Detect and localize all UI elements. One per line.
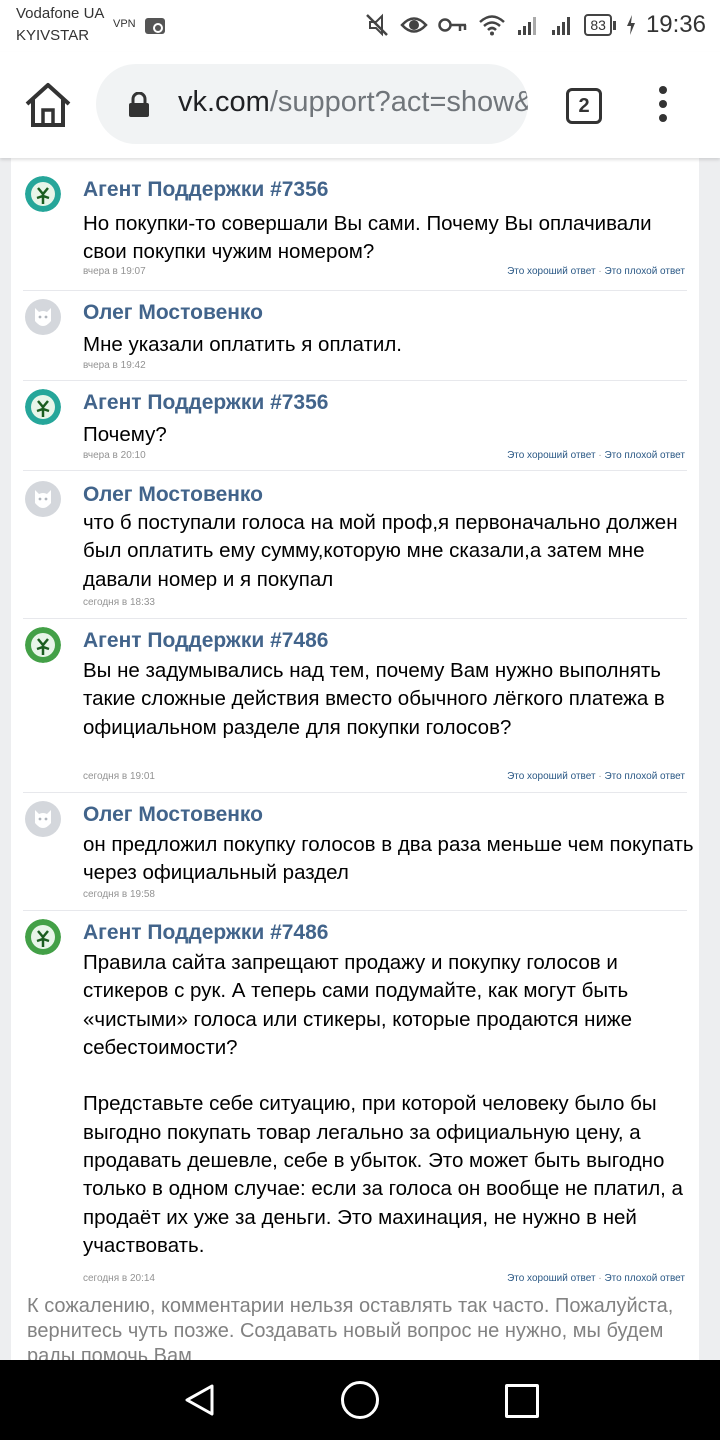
signal-1-icon [518, 17, 537, 35]
good-answer-link[interactable]: Это хороший ответ [507, 266, 595, 277]
rate-answer-links: Это хороший ответ · Это плохой ответ [507, 771, 685, 782]
author-name-link[interactable]: Агент Поддержки #7486 [83, 629, 328, 653]
message-text: Вы не задумывались над тем, почему Вам н… [83, 659, 665, 739]
author-name-link[interactable]: Агент Поддержки #7486 [83, 921, 328, 945]
vpn-label: VPN [113, 18, 136, 30]
rate-limit-notice: К сожалению, комментарии нельзя оставлят… [27, 1295, 674, 1360]
message-text: Мне указали оплатить я оплатил. [83, 333, 402, 356]
avatar-agent-icon[interactable] [25, 176, 61, 212]
key-icon [438, 18, 467, 32]
carrier-name-2: KYIVSTAR [16, 27, 90, 44]
author-name-link[interactable]: Олег Мостовенко [83, 803, 263, 827]
good-answer-link[interactable]: Это хороший ответ [507, 1273, 595, 1284]
good-answer-link[interactable]: Это хороший ответ [507, 771, 595, 782]
message-item: Агент Поддержки #7486 Вы не задумывались … [23, 618, 687, 793]
message-text: Почему? [83, 423, 167, 446]
carrier-name-1: Vodafone UA [16, 5, 105, 22]
notification-muted-icon [366, 13, 389, 37]
signal-2-icon [552, 17, 571, 35]
url-host: vk.com [178, 86, 270, 118]
vpn-key-icon [145, 18, 165, 34]
author-name-link[interactable]: Олег Мостовенко [83, 301, 263, 325]
back-icon[interactable] [182, 1382, 218, 1418]
charging-icon [626, 15, 635, 35]
message-item: Агент Поддержки #7356 Почему? вчера в 20:1… [23, 380, 687, 471]
message-text: что б поступали голоса на мой проф,я пер… [83, 511, 678, 591]
address-bar[interactable]: vk.com/support?act=show& [96, 64, 528, 144]
message-text: Правила сайта запрещают продажу и покупк… [83, 951, 683, 1257]
message-text: Но покупки-то совершали Вы сами. Почему … [83, 212, 652, 264]
message-timestamp: вчера в 19:07 [83, 266, 146, 277]
avatar-default-icon[interactable] [25, 299, 61, 335]
home-icon[interactable] [22, 82, 74, 128]
avatar-agent-icon[interactable] [25, 627, 61, 663]
message-timestamp: сегодня в 20:14 [83, 1273, 155, 1284]
rate-answer-links: Это хороший ответ · Это плохой ответ [507, 266, 685, 277]
author-name-link[interactable]: Олег Мостовенко [83, 483, 263, 507]
bad-answer-link[interactable]: Это плохой ответ [604, 266, 685, 277]
status-icons: 83 19:36 [364, 8, 706, 42]
tabs-button[interactable]: 2 [566, 88, 602, 124]
system-nav-bar [0, 1360, 720, 1440]
good-answer-link[interactable]: Это хороший ответ [507, 450, 595, 461]
lock-icon [129, 92, 149, 117]
bad-answer-link[interactable]: Это плохой ответ [604, 1273, 685, 1284]
recents-icon[interactable] [505, 1384, 539, 1418]
message-timestamp: сегодня в 19:01 [83, 771, 155, 782]
message-timestamp: сегодня в 18:33 [83, 597, 155, 608]
avatar-default-icon[interactable] [25, 481, 61, 517]
author-name-link[interactable]: Агент Поддержки #7356 [83, 178, 328, 202]
message-timestamp: вчера в 19:42 [83, 360, 146, 371]
message-item: Олег Мостовенко он предложил покупку голо… [23, 792, 694, 911]
rate-answer-links: Это хороший ответ · Это плохой ответ [507, 450, 685, 461]
message-item: Олег Мостовенко что б поступали голоса на… [23, 470, 687, 619]
messages-card: Агент Поддержки #7356 Но покупки-то совер… [11, 158, 699, 1360]
more-vert-icon[interactable] [650, 86, 676, 126]
avatar-default-icon[interactable] [25, 801, 61, 837]
bad-answer-link[interactable]: Это плохой ответ [604, 771, 685, 782]
message-item: Олег Мостовенко Мне указали оплатить я оп… [23, 290, 687, 381]
support-thread: Агент Поддержки #7356 Но покупки-то совер… [0, 158, 720, 1360]
message-item: Агент Поддержки #7356 Но покупки-то совер… [23, 170, 687, 290]
browser-toolbar: vk.com/support?act=show& 2 [0, 52, 720, 158]
url-path: /support?act=show& [269, 86, 528, 118]
tab-count: 2 [578, 94, 590, 117]
message-text: он предложил покупку голосов в два раза … [83, 833, 694, 885]
avatar-agent-icon[interactable] [25, 919, 61, 955]
home-circle-icon[interactable] [341, 1381, 379, 1419]
message-timestamp: сегодня в 19:58 [83, 889, 155, 900]
battery-level: 83 [584, 14, 612, 36]
bad-answer-link[interactable]: Это плохой ответ [604, 450, 685, 461]
rate-answer-links: Это хороший ответ · Это плохой ответ [507, 1273, 685, 1284]
message-timestamp: вчера в 20:10 [83, 450, 146, 461]
message-item: Агент Поддержки #7486 Правила сайта запре… [23, 910, 687, 1291]
avatar-agent-icon[interactable] [25, 389, 61, 425]
clock: 19:36 [645, 11, 706, 38]
eye-icon [400, 17, 429, 33]
author-name-link[interactable]: Агент Поддержки #7356 [83, 391, 328, 415]
url-text: vk.com/support?act=show& [178, 86, 528, 119]
battery-icon: 83 [584, 14, 616, 36]
status-bar: Vodafone UA KYIVSTAR VPN 83 19:36 [0, 0, 720, 52]
wifi-icon [479, 15, 506, 36]
